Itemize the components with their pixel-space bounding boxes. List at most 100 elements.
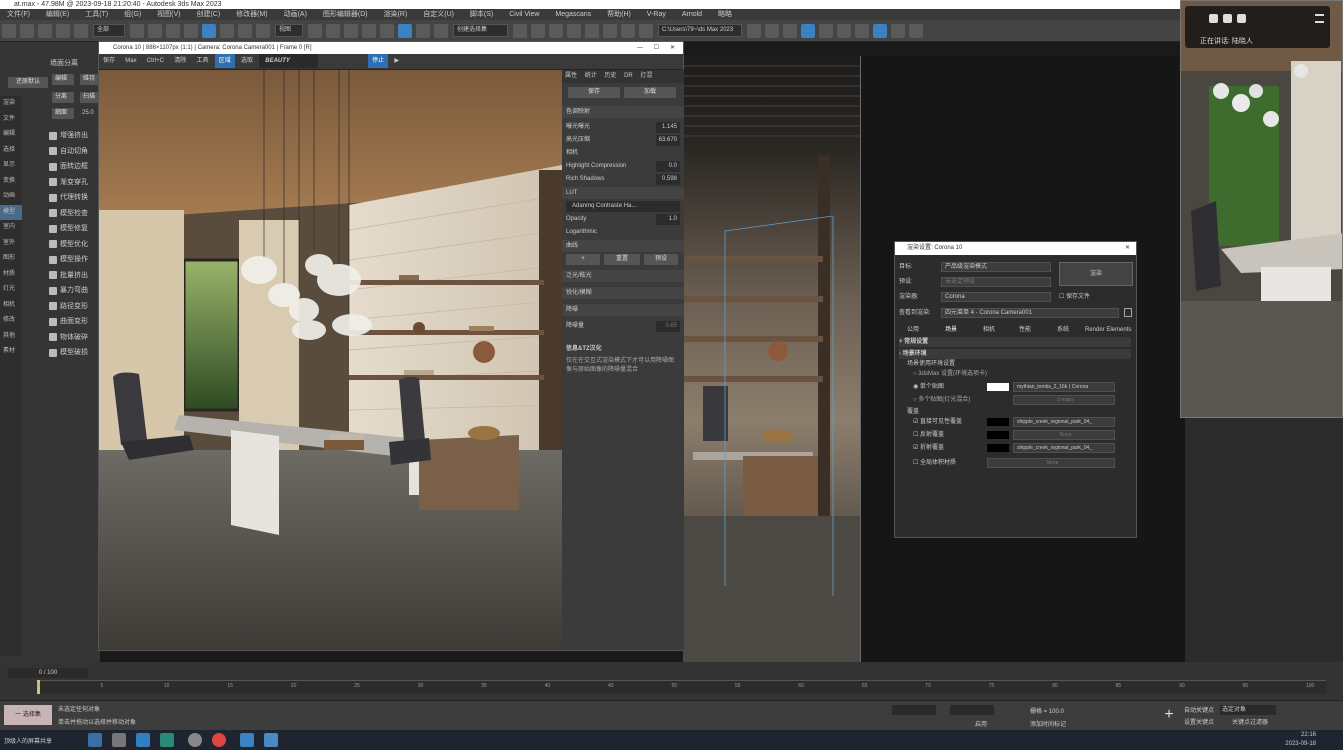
menu-item-views[interactable]: 视图(V) (157, 11, 180, 18)
vfb-pick-button[interactable]: 选取 (237, 54, 257, 68)
named-selection-dropdown[interactable]: 创建选择集 (453, 24, 508, 37)
mirror-icon[interactable] (513, 24, 527, 38)
close-icon[interactable]: ✕ (670, 42, 675, 54)
app-icon-3[interactable] (160, 733, 174, 747)
restore-default-button[interactable]: 还原默认 (8, 77, 48, 88)
app-icon-4[interactable] (188, 733, 202, 747)
category-assets[interactable]: 素材 (0, 344, 22, 360)
share-screen-icon[interactable] (1237, 14, 1246, 23)
category-render[interactable]: 渲染 (0, 96, 22, 112)
tab-performance[interactable]: 性能 (1019, 325, 1031, 335)
tool-surface-deform[interactable]: 曲面变形 (46, 314, 100, 330)
env-multi-maps-button[interactable]: 0 maps (1013, 395, 1115, 405)
render-element-dropdown[interactable]: BEAUTY (259, 54, 318, 68)
tool-enhanced-extrude[interactable]: 增强挤出 (46, 128, 100, 144)
tool-auto-chamfer[interactable]: 自动切角 (46, 144, 100, 160)
section-scene-environment[interactable]: - 场景环境 (899, 349, 1131, 359)
move-icon[interactable] (202, 24, 216, 38)
file-explorer-icon[interactable] (88, 733, 102, 747)
save-file-checkbox[interactable]: ☐ 保存文件 (1059, 292, 1090, 302)
corona-vfb-icon[interactable] (837, 24, 851, 38)
tool-batch-extrude[interactable]: 批量挤出 (46, 268, 100, 284)
rotate-icon[interactable] (220, 24, 234, 38)
tab-system[interactable]: 系统 (1057, 325, 1069, 335)
undo-icon[interactable] (2, 24, 16, 38)
category-material[interactable]: 材质 (0, 267, 22, 283)
env-color-swatch[interactable] (987, 383, 1009, 391)
ribbon-icon[interactable] (585, 24, 599, 38)
app-icon-2[interactable] (136, 733, 150, 747)
tool-face-to-frame[interactable]: 面转边框 (46, 159, 100, 175)
snap-toggle-icon[interactable] (362, 24, 376, 38)
curve-editor-icon[interactable] (603, 24, 617, 38)
category-interior[interactable]: 室内 (0, 220, 22, 236)
lock-icon[interactable] (1124, 308, 1132, 317)
mic-icon[interactable] (1223, 14, 1232, 23)
render-button[interactable]: 渲染 (1059, 262, 1133, 286)
direct-override-checkbox[interactable]: ☑ 直接可见性覆盖 (913, 417, 962, 427)
key-mode-dropdown[interactable]: 选定对象 (1220, 705, 1276, 715)
menu-item-civil-view[interactable]: Civil View (509, 11, 539, 18)
tool-object-shatter[interactable]: 物体破碎 (46, 330, 100, 346)
x-coordinate-field[interactable] (892, 705, 936, 715)
category-display[interactable]: 显示 (0, 158, 22, 174)
menu-item-arnold[interactable]: Arnold (682, 11, 702, 18)
minimize-icon[interactable]: — (637, 42, 643, 54)
app-icon-5[interactable] (240, 733, 254, 747)
section-bloom[interactable]: 泛光/眩光 (562, 270, 684, 282)
rich-shadows-input[interactable]: 0.598 (656, 174, 680, 185)
bind-space-warp-icon[interactable] (74, 24, 88, 38)
angle-snap-icon[interactable] (380, 24, 394, 38)
env-option-single-map[interactable]: ◉ 单个贴图 (913, 382, 944, 392)
refraction-override-checkbox[interactable]: ☑ 折射覆盖 (913, 443, 944, 453)
tab-scene[interactable]: 场景 (945, 325, 957, 335)
category-edit[interactable]: 编辑 (0, 127, 22, 143)
tool-model-damage[interactable]: 模型破损 (46, 345, 100, 361)
tab-dr[interactable]: DR (621, 70, 636, 82)
schematic-view-icon[interactable] (621, 24, 635, 38)
rendered-image[interactable] (99, 70, 562, 650)
menu-item-file[interactable]: 文件(F) (7, 11, 30, 18)
refraction-color-swatch[interactable] (987, 444, 1009, 452)
menu-item-group[interactable]: 组(G) (124, 11, 141, 18)
tab-common[interactable]: 公用 (907, 325, 919, 335)
sub-button-edit[interactable]: 编辑 (52, 74, 74, 85)
category-transform[interactable]: 变换 (0, 174, 22, 190)
pivot-icon[interactable] (308, 24, 322, 38)
vfb-clear-button[interactable]: 清除 (170, 54, 190, 68)
shading-icon[interactable] (909, 24, 923, 38)
key-filters-button[interactable]: 关键点过滤器 (1232, 717, 1268, 726)
sub-button-fine[interactable]: 细面 (52, 108, 74, 119)
maximize-icon[interactable]: ☐ (654, 42, 659, 54)
spinner-snap-icon[interactable] (416, 24, 430, 38)
tool-model-operate[interactable]: 模型操作 (46, 252, 100, 268)
logarithmic-label[interactable]: Logarithmic (566, 227, 597, 238)
camera-label[interactable]: 相机 (566, 148, 578, 159)
lut-dropdown[interactable]: Adanmq Contraste Ha... (566, 201, 680, 212)
tool-proxy-convert[interactable]: 代理转换 (46, 190, 100, 206)
chrome-icon[interactable] (212, 733, 226, 747)
target-dropdown[interactable]: 产品级渲染模式 (941, 262, 1051, 272)
corona-render-icon[interactable] (801, 24, 815, 38)
vfb-region-button[interactable]: 区域 (214, 54, 235, 68)
manipulate-icon[interactable] (326, 24, 340, 38)
category-light[interactable]: 灯光 (0, 282, 22, 298)
category-model[interactable]: 模型 (0, 204, 22, 220)
direct-map-button[interactable]: shipple_creek_regional_park_04_ (1013, 417, 1115, 427)
menu-item-help[interactable]: 帮助(H) (607, 11, 631, 18)
menu-icon[interactable] (1315, 14, 1324, 23)
close-icon[interactable]: ✕ (1125, 242, 1130, 255)
select-by-name-icon[interactable] (148, 24, 162, 38)
denoise-amount-input[interactable]: 0.65 (656, 321, 680, 332)
env-map-button[interactable]: mythian_tombs_2_16k ( Corona (1013, 382, 1115, 392)
category-camera[interactable]: 相机 (0, 298, 22, 314)
selection-set-button[interactable]: 一 选择集 (4, 705, 52, 725)
section-tone-mapping[interactable]: 色调映射 (562, 106, 684, 118)
menu-item-scripting[interactable]: 脚本(S) (470, 11, 493, 18)
scale-icon[interactable] (238, 24, 252, 38)
reference-coord-dropdown[interactable]: 视图 (275, 24, 303, 37)
opacity-input[interactable]: 1.0 (656, 214, 680, 225)
material-editor-icon[interactable] (639, 24, 653, 38)
menu-item-animation[interactable]: 动画(A) (284, 11, 307, 18)
auto-key-button[interactable]: 自动关键点 (1184, 705, 1214, 714)
